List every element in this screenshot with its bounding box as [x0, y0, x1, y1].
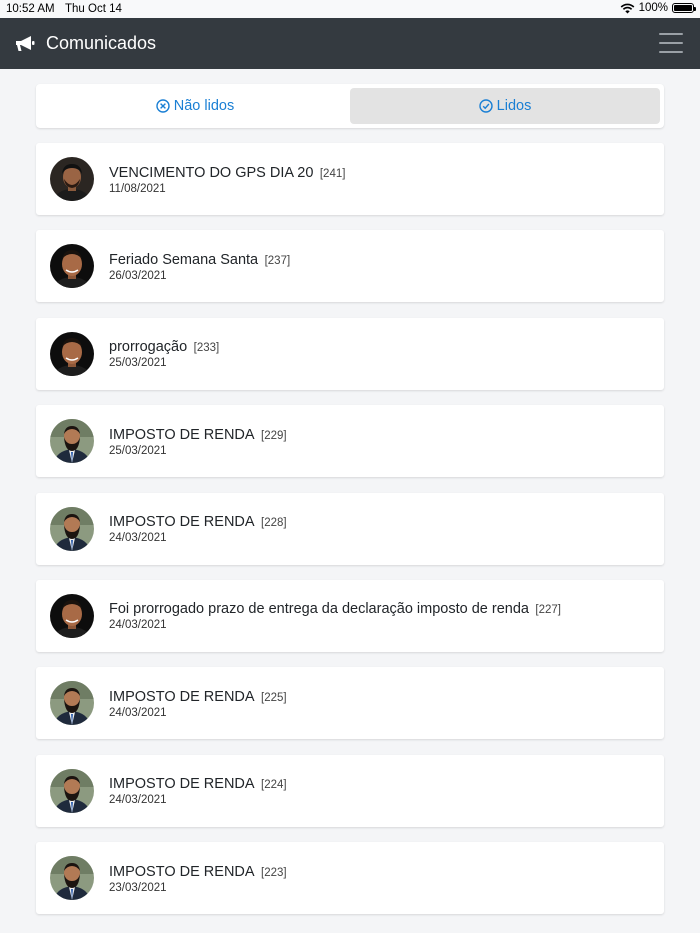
item-date: 26/03/2021	[109, 269, 167, 282]
item-id: [229]	[261, 429, 287, 442]
item-date: 24/03/2021	[109, 532, 167, 545]
list-item[interactable]: VENCIMENTO DO GPS DIA 20 [241] 11/08/202…	[36, 143, 664, 215]
avatar	[50, 593, 94, 638]
item-id: [225]	[261, 691, 287, 704]
avatar	[50, 681, 94, 726]
item-id: [223]	[261, 866, 287, 879]
list-item[interactable]: Foi prorrogado prazo de entrega da decla…	[36, 579, 664, 652]
item-title: IMPOSTO DE RENDA	[109, 863, 255, 880]
avatar	[50, 419, 94, 464]
status-date: Thu Oct 14	[65, 3, 122, 15]
status-bar: 10:52 AM Thu Oct 14 100%	[0, 0, 700, 18]
item-title: IMPOSTO DE RENDA	[109, 514, 255, 531]
hamburger-menu-icon[interactable]	[659, 33, 683, 53]
item-title: IMPOSTO DE RENDA	[109, 776, 255, 793]
app-header: Comunicados	[0, 18, 700, 69]
item-title: Feriado Semana Santa	[109, 251, 259, 268]
list-item[interactable]: IMPOSTO DE RENDA [229] 25/03/2021	[36, 405, 664, 478]
item-title: Foi prorrogado prazo de entrega da decla…	[109, 601, 529, 618]
avatar	[50, 244, 94, 289]
item-id: [227]	[535, 604, 561, 617]
item-date: 25/03/2021	[109, 444, 167, 457]
item-date: 24/03/2021	[109, 706, 167, 719]
announcement-list: VENCIMENTO DO GPS DIA 20 [241] 11/08/202…	[36, 143, 664, 930]
status-time: 10:52 AM	[6, 3, 55, 15]
tab-nao-lidos-label: Não lidos	[173, 98, 235, 114]
battery-percent: 100%	[638, 2, 668, 14]
battery-icon	[672, 3, 696, 13]
item-date: 11/08/2021	[109, 182, 166, 195]
item-id: [233]	[193, 342, 220, 355]
item-date: 23/03/2021	[109, 881, 167, 894]
item-date: 24/03/2021	[109, 619, 167, 632]
megaphone-icon	[14, 33, 36, 55]
item-title: IMPOSTO DE RENDA	[109, 426, 255, 443]
avatar	[50, 506, 94, 551]
tab-lidos[interactable]: Lidos	[350, 88, 660, 124]
wifi-icon	[620, 3, 634, 13]
page-title: Comunicados	[46, 33, 157, 53]
item-title: prorrogação	[109, 339, 188, 356]
item-id: [237]	[264, 254, 291, 267]
item-id: [228]	[261, 517, 287, 530]
tab-nao-lidos[interactable]: Não lidos	[40, 88, 350, 124]
item-title: VENCIMENTO DO GPS DIA 20	[109, 164, 314, 181]
item-title: IMPOSTO DE RENDA	[109, 688, 255, 705]
item-id: [224]	[261, 779, 287, 792]
tab-lidos-label: Lidos	[496, 98, 532, 114]
status-right: 100%	[620, 2, 696, 14]
list-item[interactable]: IMPOSTO DE RENDA [228] 24/03/2021	[36, 492, 664, 565]
list-item[interactable]: Feriado Semana Santa [237] 26/03/2021	[36, 230, 664, 303]
avatar	[50, 331, 94, 376]
avatar	[50, 856, 94, 901]
list-item[interactable]: IMPOSTO DE RENDA [224] 24/03/2021	[36, 754, 664, 827]
item-date: 24/03/2021	[109, 794, 167, 807]
item-id: [241]	[319, 167, 346, 180]
list-item[interactable]: IMPOSTO DE RENDA [223] 23/03/2021	[36, 842, 664, 915]
check-circle-icon	[478, 99, 493, 113]
list-item[interactable]: IMPOSTO DE RENDA [225] 24/03/2021	[36, 667, 664, 740]
item-date: 25/03/2021	[109, 357, 167, 370]
avatar	[50, 157, 94, 201]
read-filter-tabs: Não lidos Lidos	[36, 84, 664, 128]
list-item[interactable]: prorrogação [233] 25/03/2021	[36, 317, 664, 390]
x-circle-icon	[156, 99, 170, 113]
avatar	[50, 768, 94, 813]
